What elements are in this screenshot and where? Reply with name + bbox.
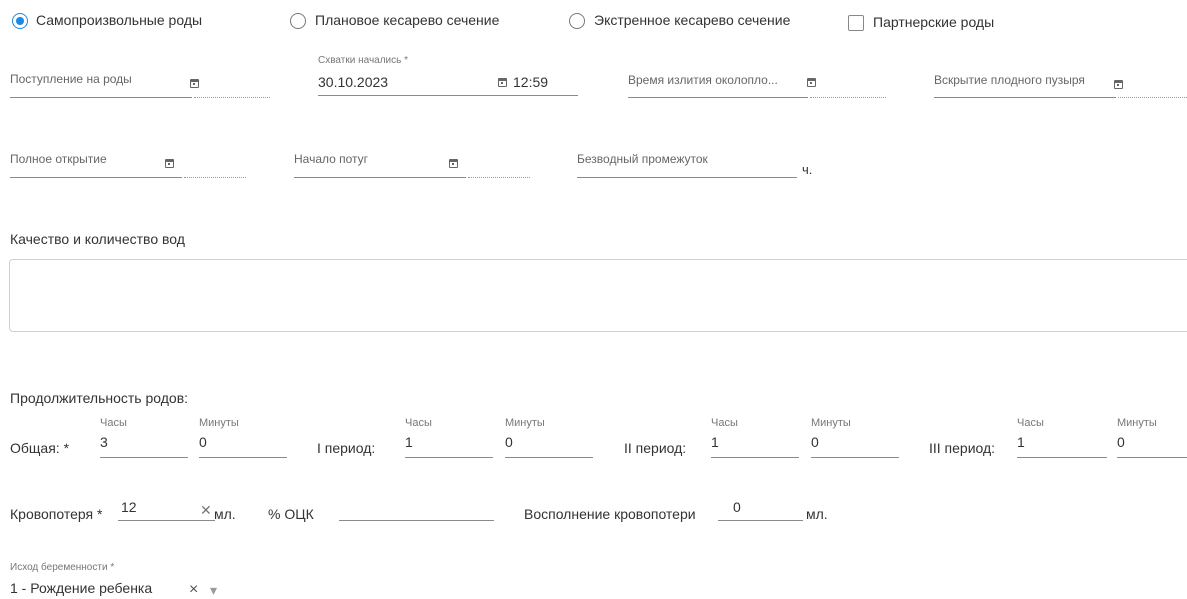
total-minutes-label: Минуты bbox=[199, 417, 239, 429]
ocv-input[interactable] bbox=[339, 520, 494, 521]
period3-label: III период: bbox=[929, 440, 996, 456]
contractions-underline[interactable] bbox=[318, 95, 578, 96]
ocv-label: % ОЦК bbox=[268, 506, 314, 522]
period1-hours-input[interactable]: 1 bbox=[405, 434, 413, 450]
anhydrous-label: Безводный промежуток bbox=[577, 152, 708, 166]
pushing-start-date-underline[interactable] bbox=[294, 177, 466, 178]
full-dilation-time-underline[interactable] bbox=[184, 177, 246, 178]
full-dilation-calendar-icon[interactable] bbox=[165, 159, 174, 168]
period3-hours-underline[interactable] bbox=[1017, 457, 1107, 458]
admission-label: Поступление на роды bbox=[10, 72, 132, 86]
period1-minutes-input[interactable]: 0 bbox=[505, 434, 513, 450]
replacement-input[interactable]: 0 bbox=[733, 499, 741, 515]
amniotomy-time-underline[interactable] bbox=[1118, 97, 1187, 98]
period1-hours-underline[interactable] bbox=[405, 457, 493, 458]
outcome-select-value[interactable]: 1 - Рождение ребенка bbox=[10, 580, 152, 596]
amniotic-outflow-label: Время излития околопло... bbox=[628, 73, 778, 87]
period2-hours-label: Часы bbox=[711, 417, 738, 429]
replacement-label: Восполнение кровопотери bbox=[524, 506, 696, 522]
outcome-clear-icon[interactable]: × bbox=[189, 581, 198, 599]
period1-minutes-label: Минуты bbox=[505, 417, 545, 429]
total-minutes-underline[interactable] bbox=[199, 457, 287, 458]
contractions-date-input[interactable]: 30.10.2023 bbox=[318, 74, 388, 90]
pushing-start-time-underline[interactable] bbox=[468, 177, 530, 178]
radio-spontaneous[interactable] bbox=[12, 13, 28, 29]
blood-loss-input[interactable]: 12 bbox=[121, 499, 137, 515]
total-minutes-input[interactable]: 0 bbox=[199, 434, 207, 450]
contractions-time-input[interactable]: 12:59 bbox=[513, 74, 548, 90]
admission-date-underline[interactable] bbox=[10, 97, 192, 98]
pushing-start-label: Начало потуг bbox=[294, 152, 369, 166]
period3-hours-input[interactable]: 1 bbox=[1017, 434, 1025, 450]
partner-birth-label[interactable]: Партнерские роды bbox=[873, 14, 994, 30]
amniotic-outflow-date-underline[interactable] bbox=[628, 97, 808, 98]
partner-birth-checkbox[interactable] bbox=[848, 15, 864, 31]
anhydrous-input[interactable] bbox=[577, 177, 797, 178]
full-dilation-date-underline[interactable] bbox=[10, 177, 182, 178]
period2-label: II период: bbox=[624, 440, 687, 456]
period3-minutes-underline[interactable] bbox=[1117, 457, 1187, 458]
radio-planned-cesarean-label[interactable]: Плановое кесарево сечение bbox=[315, 12, 499, 28]
pushing-start-calendar-icon[interactable] bbox=[449, 159, 458, 168]
replacement-unit: мл. bbox=[806, 506, 828, 522]
period2-minutes-label: Минуты bbox=[811, 417, 851, 429]
outcome-label: Исход беременности * bbox=[10, 562, 115, 573]
period3-minutes-label: Минуты bbox=[1117, 417, 1157, 429]
amniotic-outflow-calendar-icon[interactable] bbox=[807, 78, 816, 87]
period3-minutes-input[interactable]: 0 bbox=[1117, 434, 1125, 450]
total-hours-label: Часы bbox=[100, 417, 127, 429]
full-dilation-label: Полное открытие bbox=[10, 152, 107, 166]
outcome-dropdown-icon[interactable]: ▾ bbox=[210, 582, 217, 599]
radio-emergency-cesarean-label[interactable]: Экстренное кесарево сечение bbox=[594, 12, 790, 28]
period2-minutes-underline[interactable] bbox=[811, 457, 899, 458]
amniotomy-calendar-icon[interactable] bbox=[1114, 80, 1123, 89]
period1-label: I период: bbox=[317, 440, 376, 456]
radio-emergency-cesarean[interactable] bbox=[569, 13, 585, 29]
amniotomy-label: Вскрытие плодного пузыря bbox=[934, 73, 1085, 87]
period2-hours-underline[interactable] bbox=[711, 457, 799, 458]
admission-time-underline[interactable] bbox=[194, 97, 270, 98]
blood-loss-clear-icon[interactable]: ✕ bbox=[200, 502, 212, 519]
amniotic-outflow-time-underline[interactable] bbox=[810, 97, 886, 98]
period2-hours-input[interactable]: 1 bbox=[711, 434, 719, 450]
period1-minutes-underline[interactable] bbox=[505, 457, 593, 458]
period1-hours-label: Часы bbox=[405, 417, 432, 429]
waters-textarea[interactable] bbox=[9, 259, 1187, 332]
radio-planned-cesarean[interactable] bbox=[290, 13, 306, 29]
waters-title: Качество и количество вод bbox=[10, 231, 185, 247]
total-hours-input[interactable]: 3 bbox=[100, 434, 108, 450]
period2-minutes-input[interactable]: 0 bbox=[811, 434, 819, 450]
total-duration-label: Общая: * bbox=[10, 440, 70, 456]
anhydrous-unit: ч. bbox=[802, 162, 813, 177]
period3-hours-label: Часы bbox=[1017, 417, 1044, 429]
total-hours-underline[interactable] bbox=[100, 457, 188, 458]
contractions-label: Схватки начались * bbox=[318, 55, 409, 66]
blood-loss-underline[interactable] bbox=[118, 520, 215, 521]
duration-title: Продолжительность родов: bbox=[10, 390, 189, 406]
contractions-calendar-icon[interactable] bbox=[498, 78, 507, 87]
blood-loss-label: Кровопотеря * bbox=[10, 506, 103, 522]
replacement-underline[interactable] bbox=[718, 520, 803, 521]
blood-loss-unit: мл. bbox=[214, 506, 236, 522]
radio-spontaneous-label[interactable]: Самопроизвольные роды bbox=[36, 12, 202, 28]
admission-calendar-icon[interactable] bbox=[190, 79, 199, 88]
amniotomy-date-underline[interactable] bbox=[934, 97, 1116, 98]
